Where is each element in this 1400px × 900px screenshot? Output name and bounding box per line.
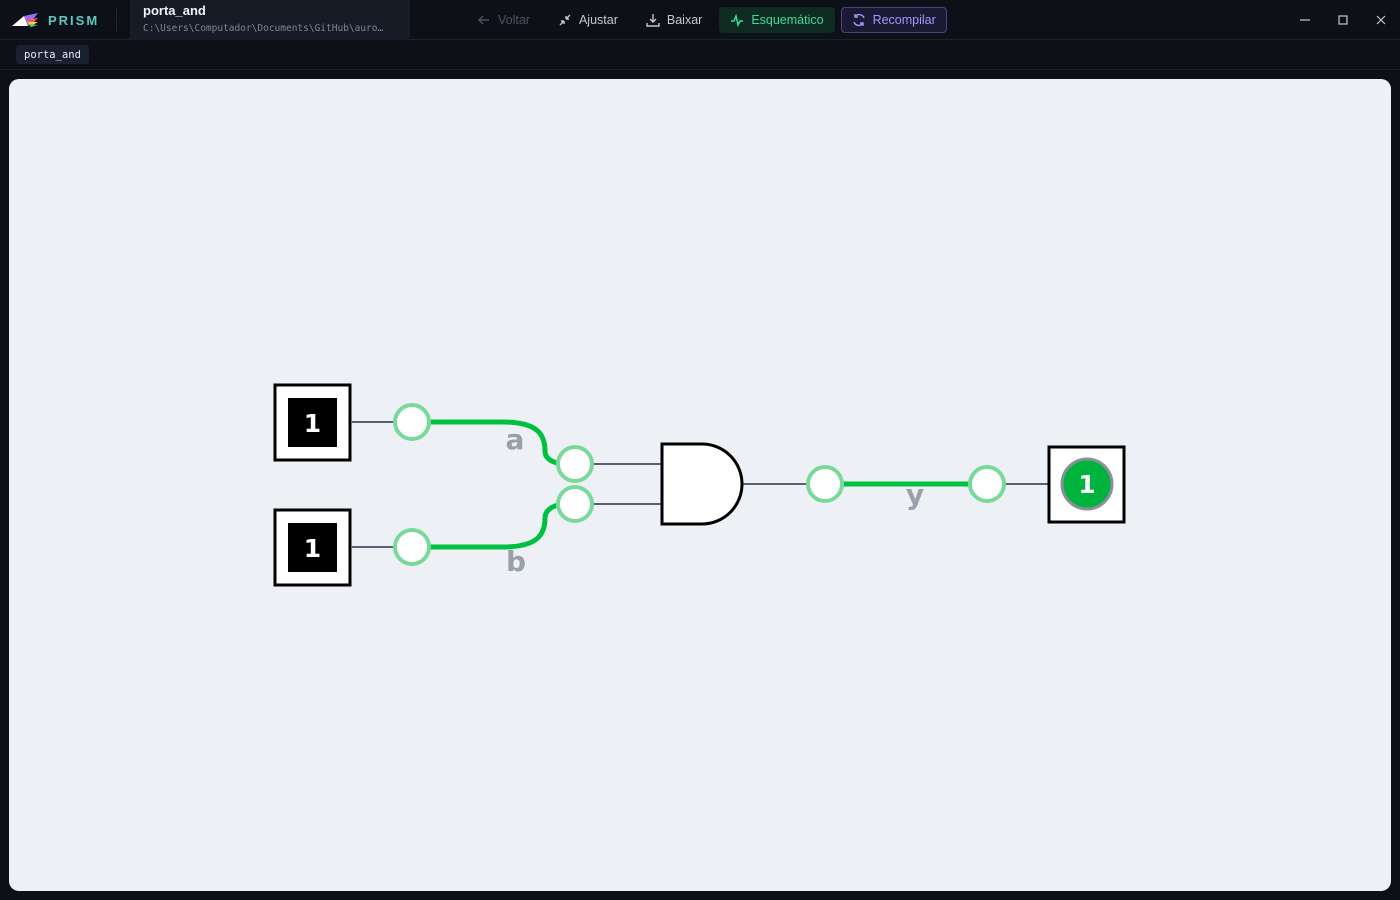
fit-button[interactable]: Ajustar — [547, 7, 629, 33]
module-chip[interactable]: porta_and — [16, 45, 89, 64]
input-a-value: 1 — [304, 409, 321, 438]
schematic-diagram: 1 1 a b y 1 — [273, 383, 1126, 587]
wire-b-label: b — [506, 545, 526, 578]
app-name: PRISM — [48, 12, 100, 28]
download-icon — [646, 14, 660, 27]
refresh-icon — [852, 13, 865, 27]
output-y-value: 1 — [1078, 470, 1095, 499]
file-tab[interactable]: porta_and C:\Users\Computador\Documents\… — [130, 0, 410, 40]
port-y-in[interactable] — [968, 465, 1006, 503]
fit-label: Ajustar — [578, 13, 618, 27]
maximize-button[interactable] — [1324, 0, 1362, 40]
arrow-left-icon — [478, 15, 489, 25]
shrink-icon — [559, 14, 571, 26]
file-path: C:\Users\Computador\Documents\GitHub\aur… — [143, 23, 384, 34]
title-divider — [116, 9, 117, 31]
minimize-icon — [1300, 19, 1310, 21]
wire-b[interactable] — [430, 501, 568, 550]
module-bar: porta_and — [0, 40, 1400, 70]
wire-a-label: a — [506, 423, 525, 456]
wire-a[interactable] — [430, 419, 568, 467]
back-button[interactable]: Voltar — [466, 7, 541, 33]
brand: PRISM — [10, 0, 99, 40]
pulse-icon — [731, 13, 744, 27]
close-button[interactable] — [1362, 0, 1400, 40]
schematic-label: Esquemático — [751, 13, 824, 27]
input-a-switch[interactable]: 1 — [273, 383, 352, 462]
window-controls — [1286, 0, 1400, 40]
schematic-button[interactable]: Esquemático — [719, 7, 835, 33]
back-label: Voltar — [498, 13, 530, 27]
prism-logo-icon — [12, 13, 38, 27]
toolbar: Voltar Ajustar Baixar Esquemático Recomp… — [466, 7, 947, 33]
maximize-icon — [1338, 15, 1348, 25]
port-gate-out[interactable] — [806, 465, 844, 503]
recompile-label: Recompilar — [872, 13, 936, 27]
input-b-value: 1 — [304, 534, 321, 563]
wire-y-label: y — [906, 478, 924, 511]
recompile-button[interactable]: Recompilar — [840, 7, 947, 33]
title-bar: PRISM porta_and C:\Users\Computador\Docu… — [0, 0, 1400, 40]
minimize-button[interactable] — [1286, 0, 1324, 40]
port-b-out[interactable] — [393, 528, 431, 566]
port-gate-in-a[interactable] — [556, 445, 594, 483]
download-label: Baixar — [666, 13, 703, 27]
input-b-switch[interactable]: 1 — [273, 508, 352, 587]
download-button[interactable]: Baixar — [635, 7, 713, 33]
and-gate[interactable] — [660, 442, 744, 526]
output-y-led[interactable]: 1 — [1047, 445, 1126, 524]
port-a-out[interactable] — [393, 403, 431, 441]
close-icon — [1376, 15, 1386, 25]
schematic-canvas[interactable]: 1 1 a b y 1 — [9, 79, 1391, 891]
port-gate-in-b[interactable] — [556, 485, 594, 523]
file-name: porta_and — [143, 3, 206, 18]
